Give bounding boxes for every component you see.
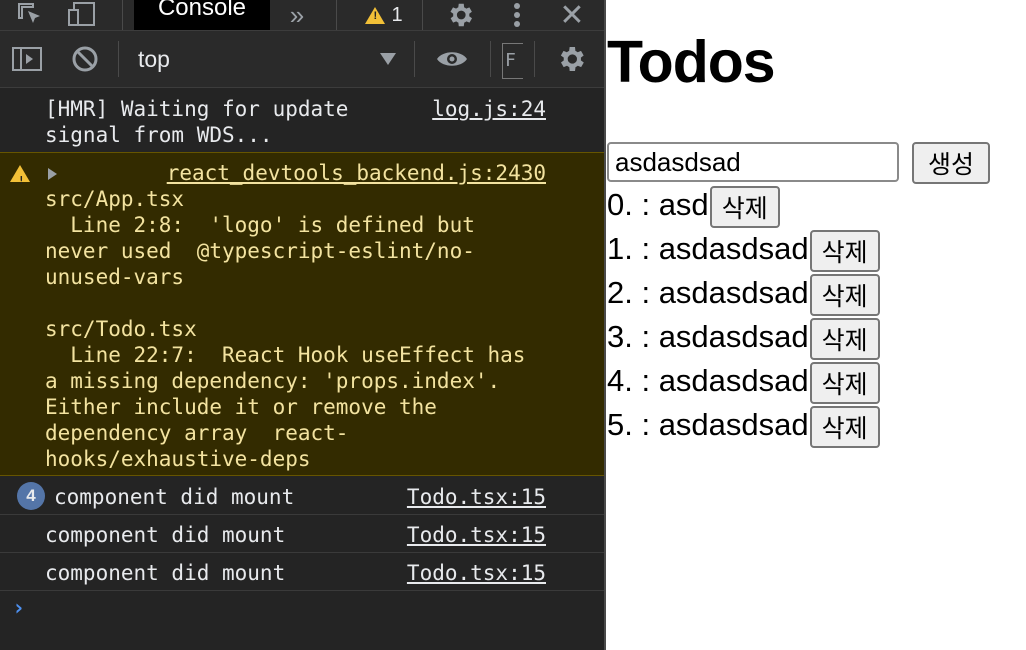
- dropdown-arrow-icon: [380, 53, 396, 65]
- console-message-text: [HMR] Waiting for update signal from WDS…: [45, 97, 349, 147]
- delete-button[interactable]: 삭제: [809, 274, 880, 316]
- console-source-link[interactable]: Todo.tsx:15: [407, 522, 546, 548]
- todo-text: 4. : asdasdsad: [607, 363, 809, 398]
- todo-item: 3. : asdasdsad 삭제: [607, 315, 880, 360]
- todo-item: 2. : asdasdsad 삭제: [607, 271, 880, 316]
- todo-item: 1. : asdasdsad 삭제: [607, 227, 880, 272]
- console-message-text: component did mount: [45, 561, 286, 585]
- tab-console-label: Console: [157, 0, 247, 21]
- row-separator: [0, 590, 604, 591]
- console-toolbar: top F: [0, 31, 604, 88]
- toolbar-separator: [118, 41, 119, 77]
- console-source-link[interactable]: react_devtools_backend.js:2430: [167, 160, 546, 186]
- console-message: component did mount Todo.tsx:15: [0, 560, 604, 590]
- todo-item: 0. : asd 삭제: [607, 183, 780, 228]
- console-message: [HMR] Waiting for update signal from WDS…: [0, 96, 604, 152]
- console-warning-text: src/App.tsx Line 2:8: 'logo' is defined …: [45, 187, 526, 471]
- toolbar-separator: [490, 41, 491, 77]
- todo-text: 3. : asdasdsad: [607, 319, 809, 354]
- toolbar-separator: [414, 41, 415, 77]
- todo-item: 4. : asdasdsad 삭제: [607, 359, 880, 404]
- device-toolbar-icon[interactable]: [62, 0, 102, 30]
- devtools-panel: Console » ! 1 ✕ top F [HMR] Waiting for …: [0, 0, 604, 650]
- delete-button[interactable]: 삭제: [709, 186, 780, 228]
- tab-separator: [122, 0, 123, 30]
- devtools-tab-bar: Console » ! 1 ✕: [0, 0, 604, 32]
- todo-app: Todos 생성 0. : asd 삭제 1. : asdasdsad 삭제 2…: [606, 0, 1026, 650]
- inspect-element-icon[interactable]: [12, 0, 48, 30]
- console-source-link[interactable]: log.js:24: [432, 96, 546, 122]
- more-tabs-icon[interactable]: »: [280, 0, 314, 30]
- console-message-text: component did mount: [45, 523, 286, 547]
- page-title: Todos: [607, 29, 776, 95]
- live-expression-eye-icon[interactable]: [434, 43, 470, 75]
- create-button[interactable]: 생성: [912, 142, 990, 184]
- row-separator: [0, 552, 604, 553]
- context-selector[interactable]: top: [126, 43, 404, 75]
- console-message: 4 component did mount Todo.tsx:15: [0, 482, 604, 514]
- more-options-icon[interactable]: [500, 0, 534, 30]
- toolbar-separator: [534, 41, 535, 77]
- console-message: component did mount Todo.tsx:15: [0, 522, 604, 552]
- expand-arrow-icon[interactable]: [48, 168, 57, 180]
- row-separator: [0, 514, 604, 515]
- filter-input[interactable]: F: [502, 43, 523, 79]
- console-settings-gear-icon[interactable]: [552, 43, 590, 75]
- console-source-link[interactable]: Todo.tsx:15: [407, 560, 546, 586]
- warning-icon: !: [365, 6, 386, 24]
- tab-separator: [336, 0, 337, 30]
- context-label: top: [138, 45, 170, 72]
- repeat-count-badge: 4: [17, 482, 45, 510]
- console-source-link[interactable]: Todo.tsx:15: [407, 484, 546, 510]
- delete-button[interactable]: 삭제: [809, 362, 880, 404]
- tab-console[interactable]: Console: [134, 0, 270, 30]
- todo-text: 2. : asdasdsad: [607, 275, 809, 310]
- sidebar-toggle-icon[interactable]: [10, 43, 44, 75]
- clear-console-icon[interactable]: [68, 43, 102, 75]
- todo-text: 1. : asdasdsad: [607, 231, 809, 266]
- tab-separator: [422, 0, 423, 30]
- warnings-counter[interactable]: ! 1: [356, 0, 412, 30]
- settings-gear-icon[interactable]: [440, 0, 480, 30]
- todo-text: 0. : asd: [607, 187, 709, 222]
- console-warning-message: ! react_devtools_backend.js:2430 src/App…: [0, 152, 604, 476]
- warning-count: 1: [391, 3, 403, 26]
- warning-icon: !: [10, 165, 30, 187]
- console-prompt-icon[interactable]: ›: [12, 596, 25, 621]
- filter-partial-text: F: [505, 50, 516, 71]
- todo-item: 5. : asdasdsad 삭제: [607, 403, 880, 448]
- todo-input[interactable]: [607, 142, 899, 182]
- delete-button[interactable]: 삭제: [809, 318, 880, 360]
- todo-text: 5. : asdasdsad: [607, 407, 809, 442]
- delete-button[interactable]: 삭제: [809, 230, 880, 272]
- delete-button[interactable]: 삭제: [809, 406, 880, 448]
- close-devtools-icon[interactable]: ✕: [552, 0, 592, 32]
- console-message-text: component did mount: [54, 485, 295, 509]
